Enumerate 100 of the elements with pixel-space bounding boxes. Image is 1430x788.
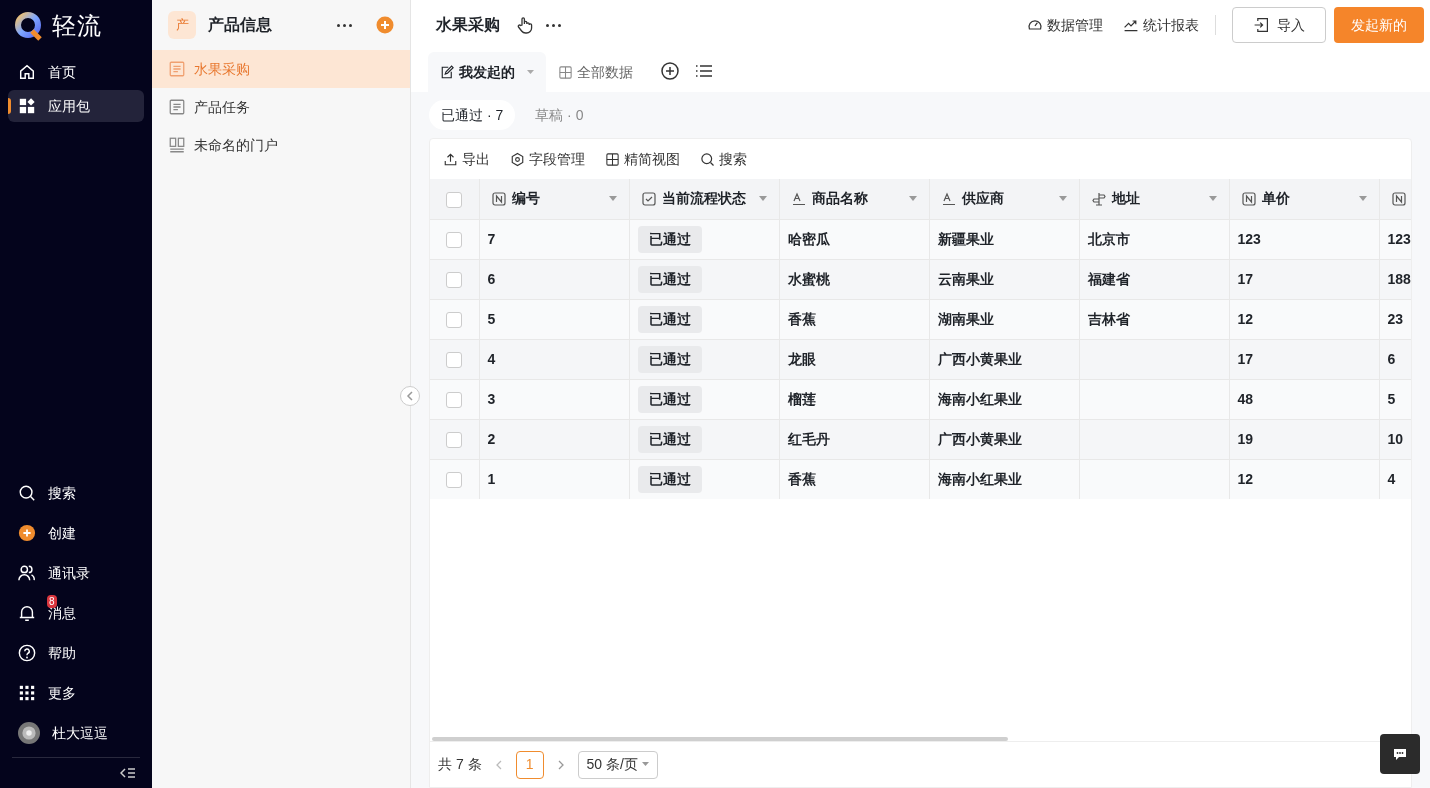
nav-item[interactable]: 通讯录 — [8, 553, 144, 593]
form-list-item[interactable]: 产品任务 — [152, 88, 410, 126]
status-tag: 已通过 — [637, 385, 702, 413]
checkbox[interactable] — [446, 311, 463, 328]
checkbox[interactable] — [446, 351, 463, 368]
more-icon[interactable] — [337, 23, 352, 27]
sort-caret-icon[interactable] — [608, 196, 617, 202]
nav-item[interactable]: 搜索 — [8, 473, 144, 513]
chevron-left-icon — [406, 391, 414, 401]
add-view-icon[interactable] — [661, 62, 679, 80]
sort-caret-icon[interactable] — [1058, 196, 1067, 202]
table-cell: 云南果业 — [937, 270, 994, 287]
form-list-item[interactable]: 未命名的门户 — [152, 126, 410, 164]
trend-icon — [1123, 17, 1139, 33]
table-cell: 龙眼 — [787, 350, 816, 367]
sort-caret-icon[interactable] — [1208, 196, 1217, 202]
column-header[interactable]: 单价 — [1261, 188, 1353, 210]
column-header[interactable]: 编号 — [511, 188, 603, 210]
table-cell: 10 — [1387, 430, 1404, 447]
column-header[interactable]: 当前流程状态 — [661, 188, 753, 210]
import-button[interactable]: 导入 — [1232, 7, 1326, 43]
status-tag: 已通过 — [637, 345, 702, 373]
column-header[interactable]: 供应商 — [961, 188, 1053, 210]
view-tab[interactable]: 我发起的 — [428, 52, 546, 92]
dots-grid-icon — [18, 684, 36, 702]
number-field-icon — [1391, 191, 1406, 206]
logo-icon — [14, 11, 44, 41]
help-icon — [18, 644, 36, 662]
notification-badge: 8 — [47, 595, 57, 608]
nav-item[interactable]: 首页 — [8, 56, 144, 88]
filter-chip[interactable]: 已通过 · 7 — [429, 100, 516, 130]
location-field-icon — [1091, 191, 1106, 206]
table-cell: 广西小黄果业 — [937, 350, 1022, 367]
table-cell: 1 — [487, 470, 496, 487]
table-cell: 北京市 — [1087, 230, 1130, 247]
people-icon — [18, 564, 36, 582]
sort-caret-icon[interactable] — [758, 196, 767, 202]
nav-item[interactable]: 更多 — [8, 673, 144, 713]
collapse-panel-button[interactable] — [400, 386, 420, 406]
user-menu[interactable]: 杜大逗逗 — [8, 713, 144, 753]
app-name: 轻流 — [52, 11, 102, 41]
toolbar-button[interactable]: 导出 — [443, 148, 490, 170]
bell-icon — [18, 604, 36, 622]
checkbox[interactable] — [446, 191, 463, 208]
header-link[interactable]: 数据管理 — [1027, 14, 1103, 36]
checkbox[interactable] — [446, 472, 463, 489]
nav-item[interactable]: 创建 — [8, 513, 144, 553]
upload-icon — [443, 151, 458, 167]
horizontal-scrollbar[interactable] — [432, 737, 1008, 741]
toolbar-button[interactable]: 字段管理 — [510, 148, 585, 170]
sort-caret-icon[interactable] — [1358, 196, 1367, 202]
edit-icon — [440, 64, 455, 80]
view-tab[interactable]: 全部数据 — [546, 52, 645, 92]
checkbox[interactable] — [446, 391, 463, 408]
number-field-icon — [491, 191, 506, 206]
page-size-select[interactable]: 50 条/页 — [577, 750, 658, 779]
table-cell: 123 — [1387, 230, 1411, 247]
table-cell: 123 — [1237, 230, 1261, 247]
apps-icon — [18, 97, 36, 115]
grid-icon — [605, 151, 620, 167]
text-field-icon — [791, 191, 806, 206]
toolbar-button[interactable]: 搜索 — [700, 148, 747, 170]
checkbox[interactable] — [446, 231, 463, 248]
filter-chip[interactable]: 草稿 · 0 — [523, 100, 596, 130]
column-header[interactable]: 地址 — [1111, 188, 1203, 210]
chat-button[interactable] — [1380, 734, 1420, 774]
table-cell: 12 — [1237, 470, 1254, 487]
table-cell: 19 — [1237, 430, 1254, 447]
table-cell: 5 — [1387, 390, 1396, 407]
layout-icon — [168, 136, 186, 154]
table-cell: 4 — [1387, 470, 1396, 487]
document-icon — [168, 60, 186, 78]
sort-caret-icon[interactable] — [908, 196, 917, 202]
toolbar-button[interactable]: 精简视图 — [605, 148, 680, 170]
checkbox[interactable] — [446, 271, 463, 288]
more-icon[interactable] — [546, 23, 561, 27]
status-tag: 已通过 — [637, 265, 702, 293]
gauge-icon — [1027, 17, 1043, 33]
add-icon[interactable] — [376, 16, 394, 34]
checkbox-field-icon — [641, 191, 656, 206]
table-cell: 红毛丹 — [787, 430, 830, 447]
checkbox[interactable] — [446, 431, 463, 448]
table-cell: 海南小红果业 — [937, 390, 1022, 407]
table-cell: 海南小红果业 — [937, 470, 1022, 487]
table-cell: 17 — [1237, 270, 1254, 287]
status-tag: 已通过 — [637, 225, 702, 253]
chat-icon — [1393, 747, 1407, 761]
table-cell: 福建省 — [1087, 270, 1130, 287]
collapse-icon[interactable] — [120, 766, 136, 780]
column-header[interactable]: 商品名称 — [811, 188, 903, 210]
nav-item[interactable]: 帮助 — [8, 633, 144, 673]
table-cell: 48 — [1237, 390, 1254, 407]
table-cell: 3 — [487, 390, 496, 407]
status-tag: 已通过 — [637, 425, 702, 453]
nav-item[interactable]: 消息 8 — [8, 593, 144, 633]
list-icon[interactable] — [695, 62, 713, 80]
header-link[interactable]: 统计报表 — [1123, 14, 1199, 36]
caret-icon — [641, 762, 649, 767]
nav-item[interactable]: 应用包 — [8, 90, 144, 122]
package-badge: 产 — [168, 11, 196, 39]
